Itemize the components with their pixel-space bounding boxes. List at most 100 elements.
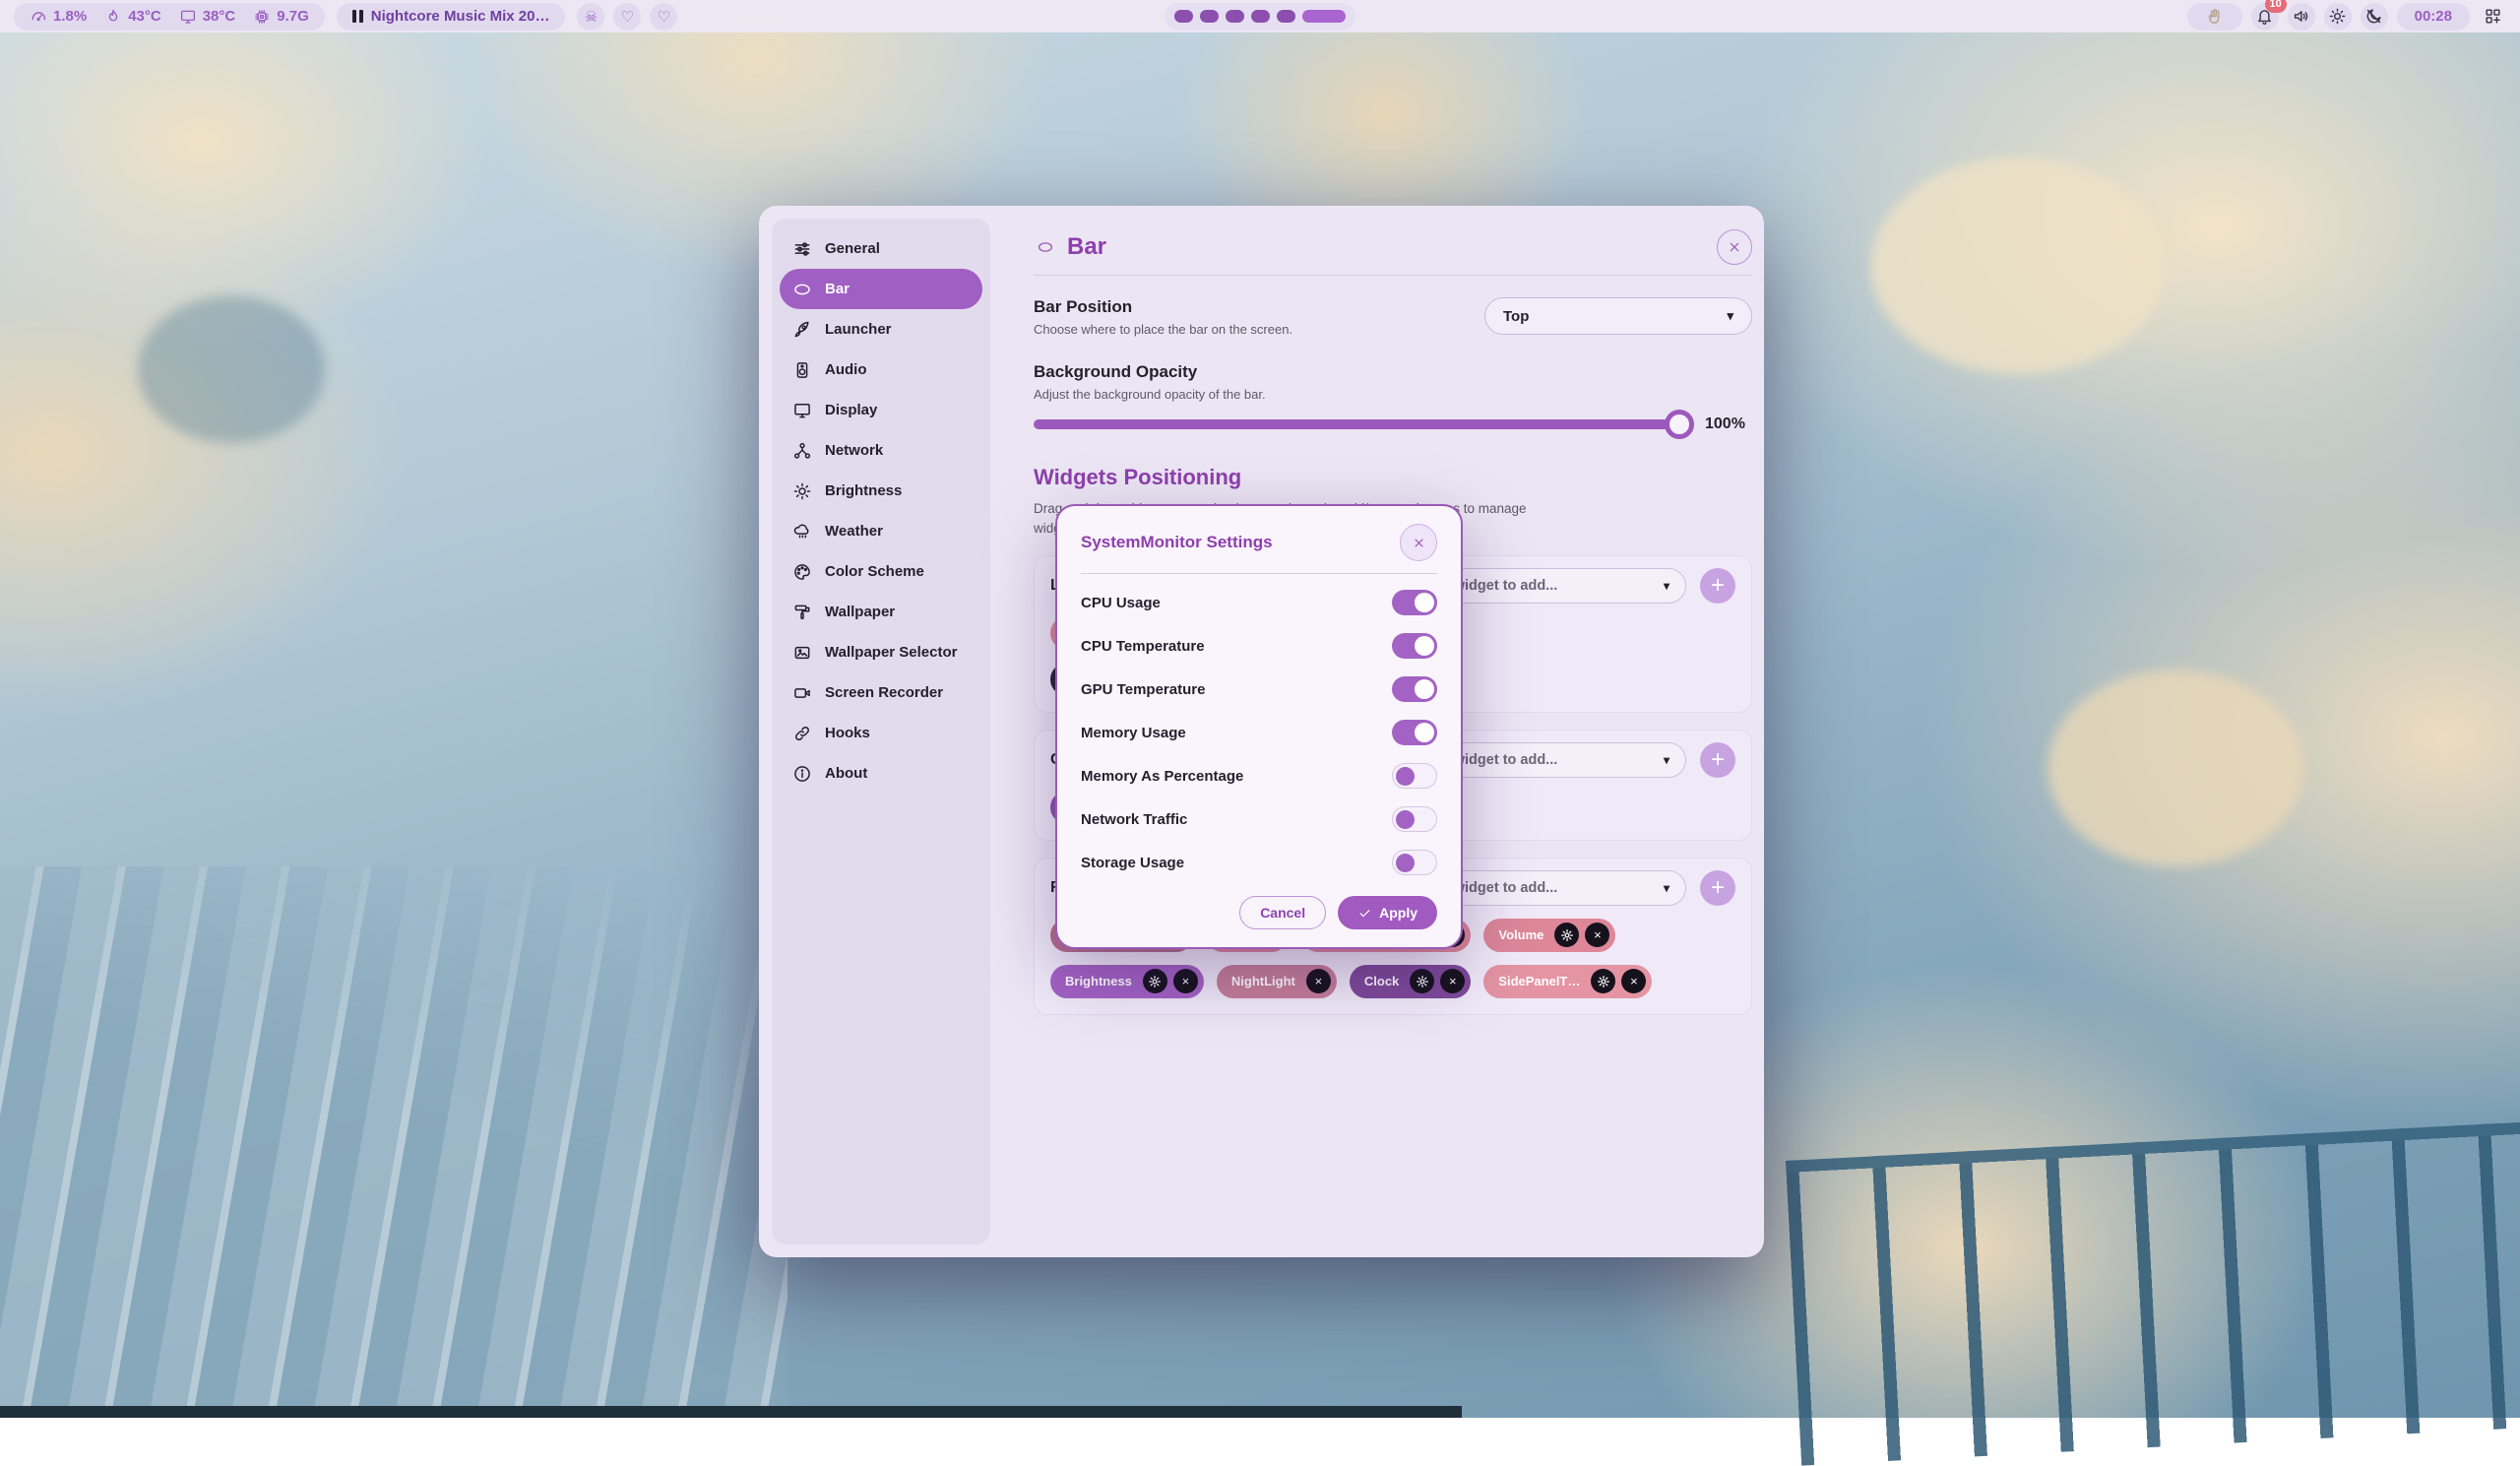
chevron-down-icon: ▾	[1664, 753, 1670, 767]
skull-icon-button[interactable]: ☠	[577, 3, 604, 31]
chip-settings-button[interactable]	[1591, 969, 1615, 993]
opacity-value: 100%	[1705, 415, 1752, 433]
opacity-slider[interactable]	[1034, 419, 1691, 429]
toggle-memory-as-percentage[interactable]	[1392, 763, 1437, 789]
pause-icon	[352, 10, 363, 23]
sun-icon	[2328, 7, 2347, 26]
media-player-pill[interactable]: Nightcore Music Mix 20…	[337, 3, 566, 31]
chip-settings-button[interactable]	[1143, 969, 1167, 993]
chip-remove-button[interactable]: ×	[1173, 969, 1198, 993]
apply-button[interactable]: Apply	[1338, 896, 1437, 929]
toggle-storage-usage[interactable]	[1392, 850, 1437, 875]
brightness-button[interactable]	[2324, 3, 2352, 31]
speaker-box-icon	[792, 360, 812, 380]
stat-ram-chip-icon: 9.7G	[253, 8, 309, 26]
chip-remove-button[interactable]: ×	[1440, 969, 1465, 993]
close-icon	[1727, 239, 1742, 255]
chevron-down-icon: ▾	[1664, 579, 1670, 593]
workspace-dot-6[interactable]	[1302, 10, 1346, 23]
chip-settings-button[interactable]	[1410, 969, 1434, 993]
heart-icon: ♡	[621, 8, 634, 26]
workspace-dot-2[interactable]	[1200, 10, 1219, 23]
widget-chip-label: Brightness	[1065, 974, 1132, 988]
sidebar-item-label: Weather	[825, 523, 883, 540]
workspace-dot-5[interactable]	[1277, 10, 1295, 23]
sidebar-item-label: Screen Recorder	[825, 684, 943, 701]
widget-chip-clock[interactable]: Clock×	[1350, 965, 1471, 998]
systray-pill[interactable]	[2187, 3, 2242, 31]
heart-icon-button[interactable]: ♡	[613, 3, 641, 31]
notifications-button[interactable]: 10	[2251, 3, 2279, 31]
sidebar-item-about[interactable]: About	[780, 753, 982, 794]
chip-remove-button[interactable]: ×	[1306, 969, 1331, 993]
heart-icon-button[interactable]: ♡	[650, 3, 677, 31]
chevron-down-icon: ▾	[1664, 881, 1670, 895]
sidebar-item-screen-recorder[interactable]: Screen Recorder	[780, 672, 982, 713]
toggle-knob	[1415, 593, 1434, 612]
workspace-dot-1[interactable]	[1174, 10, 1193, 23]
widgets-positioning-title: Widgets Positioning	[1034, 465, 1752, 490]
divider	[1034, 275, 1752, 276]
sidebar-item-label: Network	[825, 442, 883, 459]
right-widgets-add-button[interactable]: +	[1700, 870, 1735, 906]
sidebar-item-label: Launcher	[825, 321, 892, 338]
window-close-button[interactable]	[1717, 229, 1752, 265]
sidebar-item-weather[interactable]: Weather	[780, 511, 982, 551]
toggle-network-traffic[interactable]	[1392, 806, 1437, 832]
chip-settings-button[interactable]	[1554, 923, 1579, 947]
wallpaper-stairs	[0, 866, 788, 1418]
stat-value: 9.7G	[277, 8, 309, 25]
widget-chip-brightness[interactable]: Brightness ×	[1050, 965, 1204, 998]
widget-chip-volume[interactable]: Volume×	[1483, 919, 1615, 952]
workspace-dot-3[interactable]	[1226, 10, 1244, 23]
widget-chip-sidepanelt[interactable]: SidePanelT…×	[1483, 965, 1652, 998]
toggle-knob	[1396, 810, 1415, 829]
toggle-knob	[1396, 767, 1415, 786]
chip-remove-button[interactable]: ×	[1585, 923, 1609, 947]
gpu-temp-monitor-icon	[179, 8, 197, 26]
sidebar-item-audio[interactable]: Audio	[780, 350, 982, 390]
toggle-cpu-usage[interactable]	[1392, 590, 1437, 615]
opacity-slider-handle[interactable]	[1665, 410, 1694, 439]
cancel-button[interactable]: Cancel	[1239, 896, 1326, 929]
sidebar-item-label: General	[825, 240, 880, 257]
widget-chip-nightlight[interactable]: NightLight×	[1217, 965, 1337, 998]
sidebar-item-display[interactable]: Display	[780, 390, 982, 430]
bar-position-select[interactable]: Top ▾	[1484, 297, 1752, 335]
workspaces-indicator[interactable]	[1165, 3, 1355, 31]
workspace-dot-4[interactable]	[1251, 10, 1270, 23]
toggle-knob	[1415, 636, 1434, 656]
toggle-gpu-temperature[interactable]	[1392, 676, 1437, 702]
sidebar-item-bar[interactable]: Bar	[780, 269, 982, 309]
volume-button[interactable]	[2288, 3, 2315, 31]
toggle-row-memory-usage: Memory Usage	[1081, 718, 1437, 747]
sidebar-item-color-scheme[interactable]: Color Scheme	[780, 551, 982, 592]
left-widgets-add-button[interactable]: +	[1700, 568, 1735, 604]
sidebar-item-wallpaper-selector[interactable]: Wallpaper Selector	[780, 632, 982, 672]
sidebar-item-brightness[interactable]: Brightness	[780, 471, 982, 511]
sidebar-item-launcher[interactable]: Launcher	[780, 309, 982, 350]
grid-plus-icon	[2484, 7, 2502, 26]
heart-icon: ♡	[658, 8, 670, 26]
media-title: Nightcore Music Mix 20…	[371, 8, 550, 25]
toggle-memory-usage[interactable]	[1392, 720, 1437, 745]
modal-close-button[interactable]	[1400, 524, 1437, 561]
clock-time: 00:28	[2415, 8, 2452, 25]
night-light-button[interactable]	[2361, 3, 2388, 31]
clock-pill[interactable]: 00:28	[2397, 3, 2470, 31]
toggle-cpu-temperature[interactable]	[1392, 633, 1437, 659]
system-stats-pill[interactable]: 1.8%43°C38°C9.7G	[14, 3, 325, 31]
bar-position-description: Choose where to place the bar on the scr…	[1034, 322, 1292, 337]
toggle-row-cpu-temperature: CPU Temperature	[1081, 631, 1437, 661]
center-widgets-add-button[interactable]: +	[1700, 742, 1735, 778]
sidebar-item-network[interactable]: Network	[780, 430, 982, 471]
sidebar-item-wallpaper[interactable]: Wallpaper	[780, 592, 982, 632]
sidebar-item-hooks[interactable]: Hooks	[780, 713, 982, 753]
background-opacity-description: Adjust the background opacity of the bar…	[1034, 387, 1752, 402]
chip-remove-button[interactable]: ×	[1621, 969, 1646, 993]
toggle-label: Memory As Percentage	[1081, 768, 1243, 785]
toggle-label: GPU Temperature	[1081, 681, 1205, 698]
dashboard-button[interactable]	[2479, 3, 2506, 31]
sidebar-item-general[interactable]: General	[780, 228, 982, 269]
cpu-temp-flame-icon	[104, 8, 122, 26]
